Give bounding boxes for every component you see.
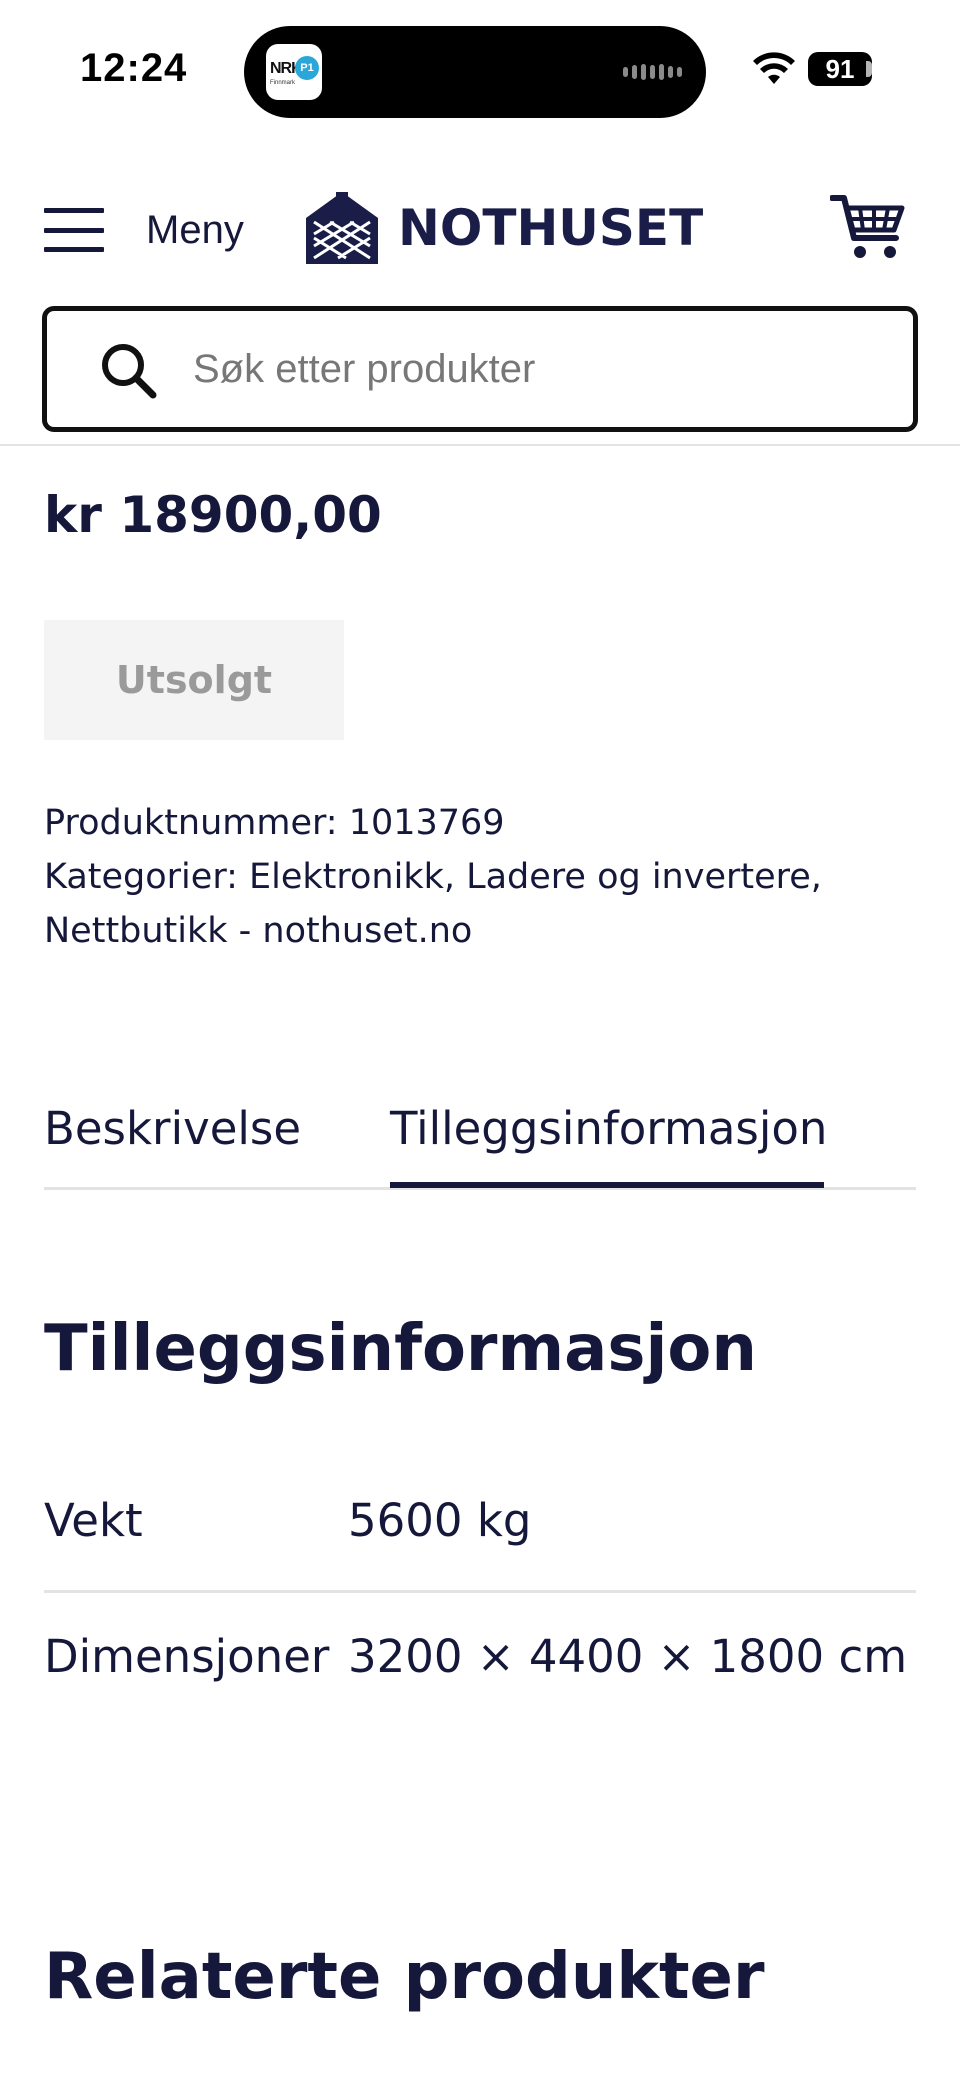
menu-label: Meny xyxy=(146,207,244,252)
product-search-bar[interactable] xyxy=(42,306,918,432)
p1-badge: P1 xyxy=(295,56,319,80)
product-tabs: Beskrivelse Tilleggsinformasjon xyxy=(44,1096,916,1190)
search-input[interactable] xyxy=(193,339,873,399)
dynamic-island[interactable]: NRK P1 Finnmark xyxy=(244,26,706,118)
attribute-row-weight: Vekt 5600 kg xyxy=(44,1494,916,1594)
header-divider xyxy=(0,444,960,446)
tab-additional-info[interactable]: Tilleggsinformasjon xyxy=(390,1102,827,1177)
nrk-region-label: Finnmark xyxy=(270,80,296,86)
product-categories-line-2[interactable]: Nettbutikk - nothuset.no xyxy=(44,904,822,958)
active-tab-indicator xyxy=(390,1182,824,1188)
nrk-p1-app-icon: NRK P1 Finnmark xyxy=(266,44,322,100)
audio-waveform-icon xyxy=(623,64,682,80)
search-icon[interactable] xyxy=(99,341,159,401)
attribute-label: Vekt xyxy=(44,1494,143,1547)
hamburger-icon xyxy=(44,208,104,252)
attribute-label: Dimensjoner xyxy=(44,1630,330,1683)
cart-icon[interactable] xyxy=(830,192,906,262)
site-logo[interactable]: NOTHUSET xyxy=(300,188,703,268)
attribute-value: 3200 × 4400 × 1800 cm xyxy=(348,1630,908,1683)
menu-button[interactable]: Meny xyxy=(44,198,244,262)
additional-info-title: Tilleggsinformasjon xyxy=(44,1312,757,1386)
product-sku: Produktnummer: 1013769 xyxy=(44,803,505,843)
sold-out-button: Utsolgt xyxy=(44,620,344,740)
wifi-icon xyxy=(753,52,795,84)
product-price: kr 18900,00 xyxy=(44,486,382,544)
related-products-title: Relaterte produkter xyxy=(44,1940,765,2014)
product-meta: Produktnummer: 1013769 Kategorier: Elekt… xyxy=(44,796,822,958)
status-bar: 12:24 NRK P1 Finnmark 91 xyxy=(0,0,960,140)
status-time: 12:24 xyxy=(80,46,188,90)
tab-description[interactable]: Beskrivelse xyxy=(44,1102,301,1155)
net-house-logo-icon xyxy=(306,192,378,264)
battery-nub xyxy=(866,61,872,77)
product-categories-line-1[interactable]: Kategorier: Elektronikk, Ladere og inver… xyxy=(44,850,822,904)
attribute-row-dimensions: Dimensjoner 3200 × 4400 × 1800 cm xyxy=(44,1630,916,1730)
attribute-divider xyxy=(44,1590,916,1593)
attribute-value: 5600 kg xyxy=(348,1494,532,1547)
battery-indicator: 91 xyxy=(808,52,872,86)
site-header: Meny NOTHUSET xyxy=(0,170,960,290)
logo-wordmark: NOTHUSET xyxy=(398,199,704,257)
